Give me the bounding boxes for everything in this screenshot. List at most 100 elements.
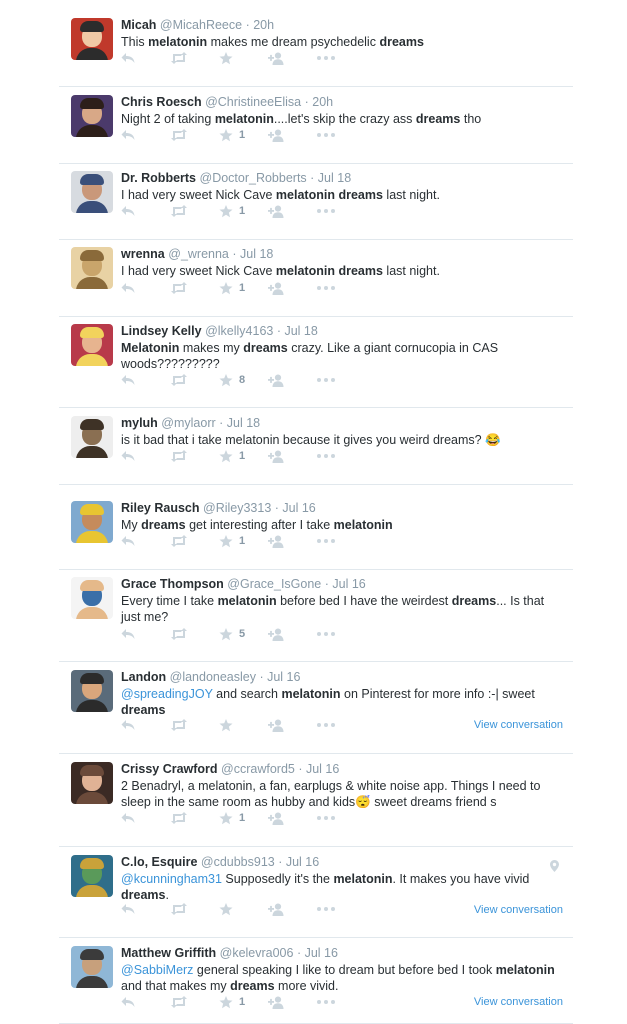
avatar[interactable] <box>71 18 113 60</box>
more-button[interactable] <box>317 203 335 219</box>
reply-button[interactable] <box>121 127 135 143</box>
favorite-button[interactable] <box>219 50 233 66</box>
retweet-button[interactable] <box>170 626 188 642</box>
follow-button[interactable] <box>268 717 285 733</box>
tweet-item[interactable]: Chris Roesch @ChristineeElisa · 20h Night… <box>59 95 573 164</box>
user-name[interactable]: Riley Rausch <box>121 501 200 515</box>
avatar[interactable] <box>71 946 113 988</box>
mention-link[interactable]: @kcunningham31 <box>121 872 222 886</box>
view-conversation-link[interactable]: View conversation <box>474 904 563 916</box>
follow-button[interactable] <box>268 203 285 219</box>
tweet-timestamp[interactable]: 20h <box>312 95 333 109</box>
retweet-button[interactable] <box>170 372 188 388</box>
tweet-item[interactable]: wrenna @_wrenna · Jul 18 I had very sweet… <box>59 247 573 317</box>
reply-button[interactable] <box>121 717 135 733</box>
user-handle[interactable]: @mylaorr <box>161 416 215 430</box>
reply-button[interactable] <box>121 626 135 642</box>
tweet-timestamp[interactable]: Jul 16 <box>305 946 338 960</box>
more-button[interactable] <box>317 372 335 388</box>
more-button[interactable] <box>317 50 335 66</box>
follow-button[interactable] <box>268 533 285 549</box>
retweet-button[interactable] <box>170 717 188 733</box>
tweet-timestamp[interactable]: Jul 18 <box>240 247 273 261</box>
user-name[interactable]: C.lo, Esquire <box>121 855 197 869</box>
user-handle[interactable]: @Riley3313 <box>203 501 271 515</box>
avatar[interactable] <box>71 762 113 804</box>
user-handle[interactable]: @MicahReece <box>160 18 242 32</box>
tweet-item[interactable]: Grace Thompson @Grace_IsGone · Jul 16 Eve… <box>59 577 573 662</box>
more-button[interactable] <box>317 280 335 296</box>
user-name[interactable]: Matthew Griffith <box>121 946 216 960</box>
reply-button[interactable] <box>121 994 135 1010</box>
avatar[interactable] <box>71 670 113 712</box>
user-name[interactable]: Chris Roesch <box>121 95 202 109</box>
tweet-item[interactable]: Matthew Griffith @kelevra006 · Jul 16 @Sa… <box>59 946 573 1024</box>
user-handle[interactable]: @_wrenna <box>168 247 229 261</box>
user-handle[interactable]: @cdubbs913 <box>201 855 275 869</box>
avatar[interactable] <box>71 855 113 897</box>
avatar[interactable] <box>71 171 113 213</box>
mention-link[interactable]: @spreadingJOY <box>121 687 213 701</box>
tweet-timestamp[interactable]: Jul 18 <box>284 324 317 338</box>
user-name[interactable]: Landon <box>121 670 166 684</box>
favorite-button[interactable]: 1 <box>219 533 245 549</box>
avatar[interactable] <box>71 416 113 458</box>
avatar[interactable] <box>71 247 113 289</box>
reply-button[interactable] <box>121 533 135 549</box>
tweet-item[interactable]: C.lo, Esquire @cdubbs913 · Jul 16 @kcunni… <box>59 855 573 938</box>
view-conversation-link[interactable]: View conversation <box>474 719 563 731</box>
tweet-timestamp[interactable]: Jul 16 <box>286 855 319 869</box>
follow-button[interactable] <box>268 901 285 917</box>
tweet-item[interactable]: Lindsey Kelly @lkelly4163 · Jul 18 Melato… <box>59 324 573 408</box>
follow-button[interactable] <box>268 50 285 66</box>
user-name[interactable]: Crissy Crawford <box>121 762 218 776</box>
user-handle[interactable]: @lkelly4163 <box>205 324 273 338</box>
more-button[interactable] <box>317 127 335 143</box>
reply-button[interactable] <box>121 901 135 917</box>
user-handle[interactable]: @Grace_IsGone <box>227 577 321 591</box>
retweet-button[interactable] <box>170 203 188 219</box>
tweet-timestamp[interactable]: Jul 16 <box>332 577 365 591</box>
retweet-button[interactable] <box>170 810 188 826</box>
favorite-button[interactable] <box>219 901 233 917</box>
tweet-item[interactable]: Crissy Crawford @ccrawford5 · Jul 16 2 Be… <box>59 762 573 847</box>
more-button[interactable] <box>317 533 335 549</box>
avatar[interactable] <box>71 577 113 619</box>
follow-button[interactable] <box>268 626 285 642</box>
favorite-button[interactable]: 8 <box>219 372 245 388</box>
tweet-item[interactable]: Landon @landoneasley · Jul 16 @spreadingJ… <box>59 670 573 754</box>
follow-button[interactable] <box>268 127 285 143</box>
follow-button[interactable] <box>268 448 285 464</box>
retweet-button[interactable] <box>170 994 188 1010</box>
favorite-button[interactable]: 1 <box>219 994 245 1010</box>
follow-button[interactable] <box>268 372 285 388</box>
retweet-button[interactable] <box>170 533 188 549</box>
follow-button[interactable] <box>268 280 285 296</box>
tweet-timestamp[interactable]: Jul 16 <box>282 501 315 515</box>
reply-button[interactable] <box>121 810 135 826</box>
more-button[interactable] <box>317 810 335 826</box>
location-pin-icon[interactable] <box>550 859 559 877</box>
reply-button[interactable] <box>121 448 135 464</box>
tweet-item[interactable]: myluh @mylaorr · Jul 18 is it bad that i … <box>59 416 573 485</box>
reply-button[interactable] <box>121 280 135 296</box>
follow-button[interactable] <box>268 810 285 826</box>
more-button[interactable] <box>317 994 335 1010</box>
retweet-button[interactable] <box>170 448 188 464</box>
retweet-button[interactable] <box>170 280 188 296</box>
user-name[interactable]: Micah <box>121 18 156 32</box>
avatar[interactable] <box>71 501 113 543</box>
favorite-button[interactable]: 1 <box>219 810 245 826</box>
user-name[interactable]: Dr. Robberts <box>121 171 196 185</box>
favorite-button[interactable] <box>219 717 233 733</box>
tweet-timestamp[interactable]: Jul 18 <box>227 416 260 430</box>
tweet-timestamp[interactable]: Jul 18 <box>318 171 351 185</box>
favorite-button[interactable]: 1 <box>219 127 245 143</box>
mention-link[interactable]: @SabbiMerz <box>121 963 193 977</box>
retweet-button[interactable] <box>170 50 188 66</box>
user-name[interactable]: Grace Thompson <box>121 577 224 591</box>
user-handle[interactable]: @landoneasley <box>170 670 256 684</box>
user-handle[interactable]: @ccrawford5 <box>221 762 295 776</box>
tweet-timestamp[interactable]: Jul 16 <box>306 762 339 776</box>
reply-button[interactable] <box>121 50 135 66</box>
